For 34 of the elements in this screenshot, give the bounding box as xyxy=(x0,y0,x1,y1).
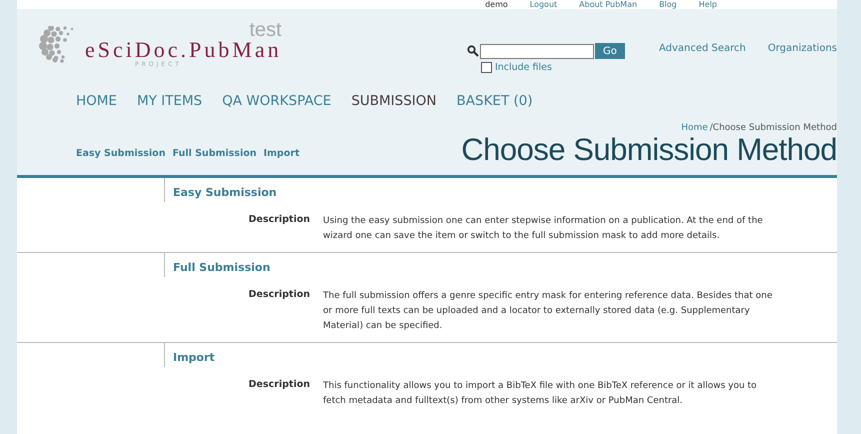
nav-tab[interactable]: HOME xyxy=(76,93,117,109)
section-title: Easy Submission xyxy=(173,186,277,199)
header-link[interactable]: Advanced Search xyxy=(658,43,746,54)
nav-tab[interactable]: QA WORKSPACE xyxy=(222,93,332,109)
description-text: Using the easy submission one can enter stepwise information on a publication. At the end of the wizard one can save the item or switch to the full submission mask to add more details. xyxy=(323,215,764,243)
top-link[interactable]: Logout xyxy=(530,0,558,9)
section-title: Full Submission xyxy=(173,261,270,274)
field-label: Description xyxy=(248,289,310,302)
search-icon xyxy=(466,45,479,57)
description-text: The full submission offers a genre specific entry mask for entering reference data. Besides that one or more full texts can be uploaded and a locator to externally stored data (e.g. Supplementary Material) can be specified. xyxy=(323,290,773,333)
user-name: demo xyxy=(485,0,508,9)
include-files-label: Include files xyxy=(494,62,552,73)
breadcrumb-current: /Choose Submission Method xyxy=(710,123,837,133)
include-files-checkbox[interactable] xyxy=(480,62,492,73)
logo-name: eSciDoc.PubMan xyxy=(85,39,282,61)
nav-tab[interactable]: SUBMISSION xyxy=(351,93,436,109)
breadcrumb-link[interactable]: Home xyxy=(681,123,708,133)
search-field[interactable] xyxy=(480,44,594,58)
field-label: Description xyxy=(248,379,310,392)
top-link[interactable]: Help xyxy=(698,0,717,9)
header-link[interactable]: Organizations xyxy=(768,43,837,54)
sub-nav-link[interactable]: Easy Submission xyxy=(76,148,166,159)
nav-tab[interactable]: MY ITEMS xyxy=(136,93,202,109)
top-link[interactable]: About PubMan xyxy=(579,0,638,9)
sub-nav-link[interactable]: Import xyxy=(264,148,300,159)
sub-nav-link[interactable]: Full Submission xyxy=(172,148,256,159)
nav-tab[interactable]: BASKET (0) xyxy=(456,93,533,109)
description-text: This functionality allows you to import a BibTeX file with one BibTeX reference or it allows you to fetch metadata and fulltext(s) from other systems like arXiv or PubMan Central. xyxy=(323,380,758,408)
logo-tagline: test xyxy=(249,21,282,39)
field-label: Description xyxy=(248,214,310,227)
go-button[interactable]: Go xyxy=(594,43,625,59)
page-title: Choose Submission Method xyxy=(461,133,837,167)
top-link[interactable]: Blog xyxy=(659,0,677,9)
section-title: Import xyxy=(173,351,215,364)
